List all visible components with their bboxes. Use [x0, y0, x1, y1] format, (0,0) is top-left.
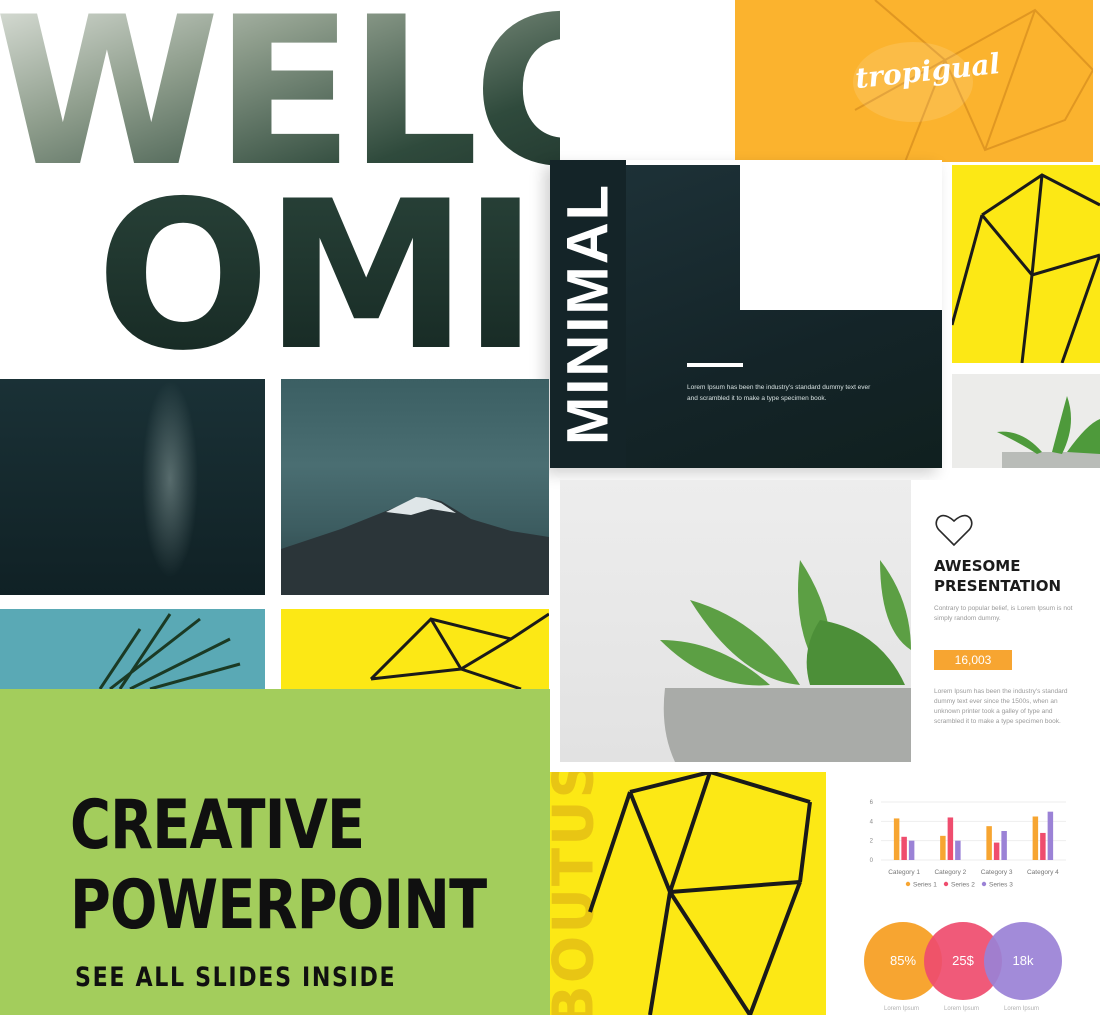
welcome-line2: OMI	[96, 158, 533, 360]
bar	[986, 826, 992, 860]
bar	[955, 840, 961, 860]
awesome-heading-line2: PRESENTATION	[934, 577, 1062, 595]
awesome-paragraph-2: Lorem Ipsum has been the industry's stan…	[934, 688, 1068, 725]
chart-slide: 0 2 4 6 Category 1 Category 2 Category 3 Catego…	[826, 772, 1100, 1015]
palm-leaf-photo	[0, 609, 265, 689]
legend-marker	[981, 881, 987, 887]
wire-geometric-decoration	[588, 772, 812, 1015]
bar	[893, 818, 900, 860]
minimal-title-block: MINIMAL	[550, 160, 626, 468]
legend-label: Series 3	[989, 882, 1013, 889]
x-tick-label: Category 1	[888, 869, 920, 876]
bar	[1032, 816, 1039, 860]
boutus-slide: BOUTUS	[550, 772, 826, 1015]
banner-title: CREATIVE POWERPOINT	[70, 786, 487, 946]
awesome-heading-line1: AWESOME	[934, 557, 1021, 575]
yellow-geometric-slide-mid	[281, 609, 549, 689]
awesome-heading: AWESOME PRESENTATION	[934, 556, 1061, 596]
x-tick-label: Category 2	[934, 869, 966, 876]
minimal-title: MINIMAL	[555, 182, 621, 446]
minimal-body-line1: Lorem Ipsum has been the industry's stan…	[687, 384, 871, 391]
bar	[1001, 831, 1007, 860]
stat-circle: 18k	[984, 922, 1062, 1000]
mountain-image	[281, 497, 549, 595]
mountain-photo	[281, 379, 549, 595]
minimal-slide: MINIMAL Lorem Ipsum has been the industr…	[550, 160, 942, 468]
minimal-body-line2: and scrambled it to make a type specimen…	[687, 395, 827, 402]
slide-cutout	[740, 165, 942, 310]
yellow-geometric-slide	[952, 165, 1100, 363]
y-tick-label: 0	[870, 858, 874, 864]
stat-badge: 16,003	[934, 650, 1012, 670]
stat-circle-label: Lorem Ipsum	[944, 1006, 980, 1012]
y-tick-label: 4	[870, 819, 874, 825]
bar	[908, 840, 915, 860]
bar	[1040, 832, 1046, 860]
banner-title-line2: POWERPOINT	[70, 866, 487, 945]
wire-geometric-decoration	[952, 173, 1100, 363]
palm-leaf-image	[98, 613, 241, 689]
y-tick-label: 2	[870, 839, 874, 845]
banner-title-line1: CREATIVE	[70, 786, 365, 865]
x-tick-label: Category 3	[981, 869, 1013, 876]
plant-photo-small	[952, 374, 1100, 468]
tropigual-slide: tropigual	[735, 0, 1093, 162]
legend-marker	[905, 881, 911, 887]
bar-chart: 0 2 4 6 Category 1 Category 2 Category 3 Catego…	[870, 800, 1066, 889]
legend-marker	[943, 881, 949, 887]
y-tick-label: 6	[870, 800, 874, 806]
awesome-paragraph-1: Contrary to popular belief, is Lorem Ips…	[934, 605, 1073, 622]
succulent-photo	[560, 480, 911, 762]
succulent-image	[997, 396, 1100, 468]
bar	[993, 842, 1000, 860]
legend-label: Series 1	[913, 882, 937, 889]
wire-geometric-decoration	[369, 612, 549, 689]
heart-icon	[935, 514, 973, 547]
bar	[947, 817, 954, 860]
succulent-pot-image	[660, 560, 911, 762]
x-tick-label: Category 4	[1027, 869, 1059, 876]
banner-subtitle: SEE ALL SLIDES INSIDE	[75, 962, 397, 993]
galaxy-photo	[0, 379, 265, 595]
minimal-body-text: Lorem Ipsum has been the industry's stan…	[687, 382, 917, 404]
legend-label: Series 2	[951, 882, 975, 889]
bar	[940, 835, 946, 860]
stat-circle-label: Lorem Ipsum	[1004, 1006, 1040, 1012]
stat-circle-label: Lorem Ipsum	[884, 1006, 920, 1012]
divider-line	[687, 363, 743, 367]
bar	[1047, 811, 1054, 860]
welcome-title-image: WELC OMI	[0, 0, 560, 360]
bar	[901, 836, 907, 860]
